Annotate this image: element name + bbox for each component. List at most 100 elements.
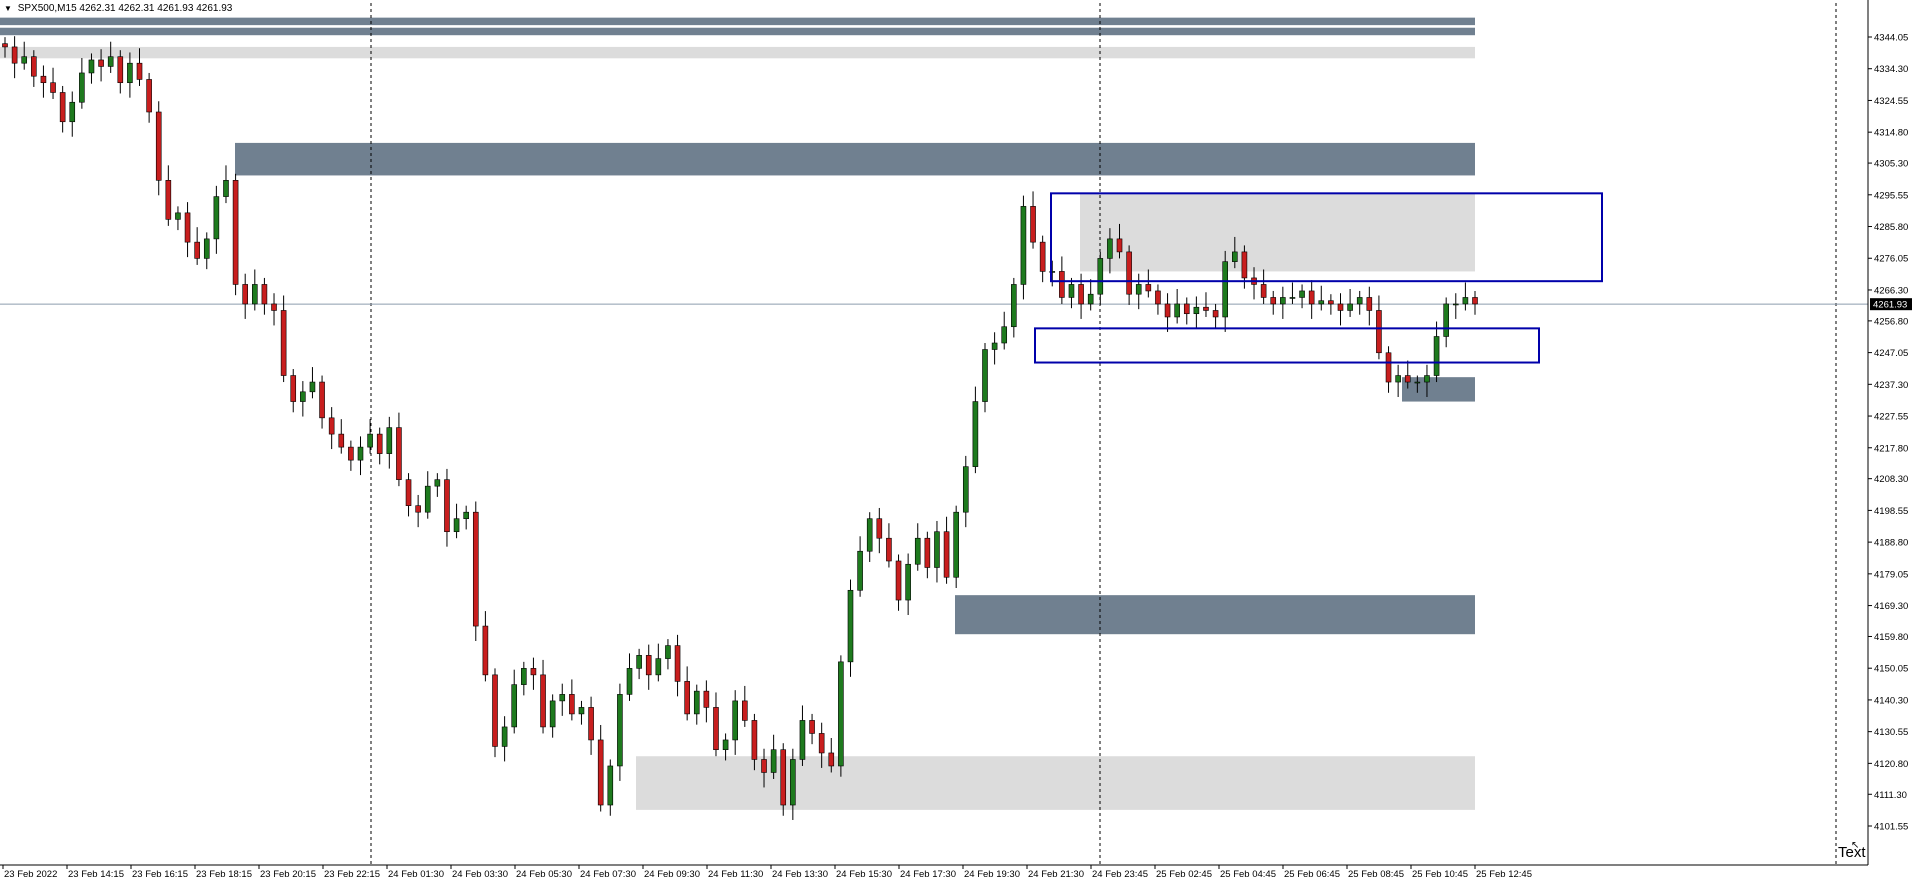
bear-candle-body xyxy=(1241,251,1248,279)
x-tick-label: 24 Feb 09:30 xyxy=(644,869,700,880)
bull-candle-body xyxy=(1289,297,1296,299)
candle xyxy=(472,501,479,642)
candle xyxy=(953,505,959,588)
candle xyxy=(271,293,277,326)
bull-candle-body xyxy=(962,466,969,513)
candle xyxy=(1068,277,1075,309)
bull-candle-body xyxy=(559,694,566,702)
cursor-arrow-icon: ↖ xyxy=(1851,840,1860,851)
x-tick-label: 25 Feb 02:45 xyxy=(1156,869,1212,880)
x-tick-label: 24 Feb 19:30 xyxy=(964,869,1020,880)
candle xyxy=(847,579,854,677)
bull-candle-body xyxy=(607,765,614,806)
bear-candle-body xyxy=(98,59,104,67)
bear-candle-body xyxy=(1059,271,1065,298)
candle xyxy=(1366,286,1373,326)
bear-candle-body xyxy=(1270,297,1277,305)
bull-candle-body xyxy=(511,684,518,728)
bear-candle-body xyxy=(588,707,594,741)
candle xyxy=(1164,293,1171,332)
x-tick-label: 24 Feb 15:30 xyxy=(836,869,892,880)
candle xyxy=(1020,195,1027,300)
collapse-triangle-icon[interactable]: ▼ xyxy=(4,4,12,13)
symbol-header: ▼ SPX500,M15 4262.31 4262.31 4261.93 426… xyxy=(4,3,232,14)
bear-candle-body xyxy=(674,645,681,682)
bear-candle-body xyxy=(742,700,748,721)
candle xyxy=(319,375,325,429)
x-tick-label: 24 Feb 01:30 xyxy=(388,869,444,880)
y-tick-label: 4198.55 xyxy=(1874,506,1908,517)
bear-candle-body xyxy=(415,505,421,513)
bull-candle-body xyxy=(1299,290,1305,298)
x-tick-label: 24 Feb 07:30 xyxy=(580,869,636,880)
candle xyxy=(290,369,297,413)
candle xyxy=(309,367,316,399)
bull-candle-body xyxy=(914,537,921,565)
bear-candle-body xyxy=(1366,297,1373,311)
bear-candle-body xyxy=(751,720,758,760)
x-tick-label: 23 Feb 22:15 xyxy=(324,869,380,880)
candle xyxy=(59,85,66,133)
candle xyxy=(924,531,931,579)
bull-candle-body xyxy=(463,511,469,519)
bull-candle-body xyxy=(982,349,988,402)
bull-candle-body xyxy=(386,427,393,454)
x-tick-label: 25 Feb 12:45 xyxy=(1476,869,1532,880)
bull-candle-body xyxy=(107,56,114,67)
candle xyxy=(1145,269,1152,298)
zones-layer xyxy=(0,17,1475,810)
x-tick-label: 23 Feb 2022 xyxy=(4,869,57,880)
bull-candle-body xyxy=(1452,303,1459,306)
y-tick-label: 4295.55 xyxy=(1874,190,1908,201)
supply-zone xyxy=(0,27,1475,36)
candle xyxy=(1385,346,1392,393)
bear-candle-body xyxy=(31,56,37,77)
bull-candle-body xyxy=(424,485,431,513)
y-tick-label: 4111.30 xyxy=(1874,790,1907,801)
y-tick-label: 4324.55 xyxy=(1874,96,1908,107)
bull-candle-body xyxy=(1068,284,1075,298)
bear-candle-body xyxy=(943,531,950,578)
candle xyxy=(1260,269,1267,304)
y-tick-label: 4150.05 xyxy=(1874,664,1908,675)
bull-candle-body xyxy=(1347,303,1353,311)
bear-candle-body xyxy=(1472,297,1478,305)
candle xyxy=(1126,245,1132,305)
y-tick-label: 4344.05 xyxy=(1874,33,1908,44)
bear-candle-body xyxy=(818,733,825,754)
bear-candle-body xyxy=(780,749,787,806)
candle xyxy=(50,67,56,99)
candle xyxy=(1222,250,1228,332)
bull-candle-body xyxy=(934,531,940,568)
bull-candle-body xyxy=(732,700,738,741)
bear-candle-body xyxy=(348,446,354,461)
candle xyxy=(203,232,210,270)
candle xyxy=(665,639,671,670)
bull-candle-body xyxy=(1462,297,1469,305)
candle xyxy=(117,50,124,94)
bear-candle-body xyxy=(1030,206,1036,243)
bull-candle-body xyxy=(252,284,258,305)
bull-candle-body xyxy=(79,72,85,103)
bear-candle-body xyxy=(1385,352,1392,383)
price-chart[interactable]: 4344.05 4334.30 4324.55 4314.80 4305.30 4295.… xyxy=(0,0,1912,885)
bull-candle-body xyxy=(972,401,979,467)
candle xyxy=(69,91,76,137)
candle xyxy=(492,668,498,758)
candle xyxy=(501,716,508,762)
bull-candle-body xyxy=(1174,303,1180,318)
supply-zone xyxy=(0,17,1475,26)
candle xyxy=(1097,251,1104,305)
bear-candle-body xyxy=(1155,290,1161,305)
candle xyxy=(674,634,681,697)
bull-candle-body xyxy=(223,180,229,197)
candle xyxy=(1433,321,1440,383)
bear-candle-body xyxy=(1337,303,1344,311)
bull-candle-body xyxy=(1020,206,1027,285)
candle xyxy=(569,679,575,721)
bear-candle-body xyxy=(828,752,835,767)
bear-candle-body xyxy=(1078,284,1084,305)
candle xyxy=(895,554,902,611)
bear-candle-body xyxy=(136,62,143,80)
candle xyxy=(540,659,546,734)
